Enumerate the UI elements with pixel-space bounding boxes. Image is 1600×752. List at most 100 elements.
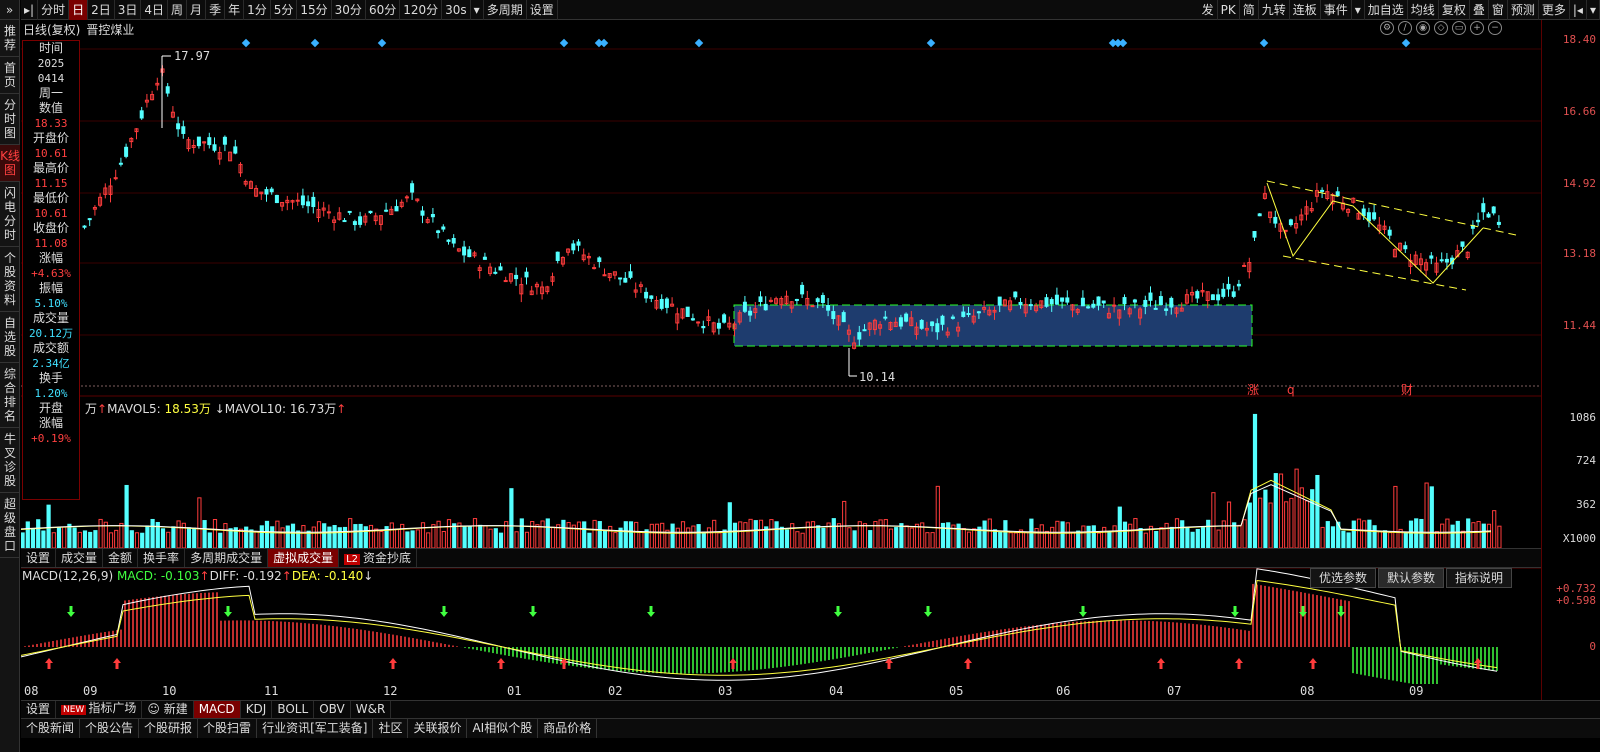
bottom-tab-8[interactable]: 商品价格	[538, 719, 598, 738]
toolbar-right-2[interactable]: 简	[1240, 0, 1259, 20]
period-tab-9[interactable]: 1分	[244, 0, 271, 20]
sidebar-item-7[interactable]: 综合排名	[0, 363, 20, 428]
macd-button-0[interactable]: 优选参数	[1310, 568, 1377, 588]
candle-body	[1444, 258, 1449, 263]
bottom-tab-1[interactable]: 个股公告	[80, 719, 140, 738]
indicator-tab-4[interactable]: KDJ	[241, 701, 273, 718]
period-tab-5[interactable]: 周	[168, 0, 188, 20]
candle-body	[919, 319, 924, 329]
bottom-tab-0[interactable]: 个股新闻	[21, 719, 81, 738]
period-tab-4[interactable]: 4日	[141, 0, 169, 20]
period-tab-10[interactable]: 5分	[271, 0, 298, 20]
toolbar-right-6[interactable]: 加自选	[1365, 0, 1408, 20]
toolbar-right-9[interactable]: 叠	[1470, 0, 1489, 20]
volume-tab-4[interactable]: 多周期成交量	[185, 549, 269, 567]
sidebar-item-6[interactable]: 自选股	[0, 312, 20, 363]
toolbar-right-3[interactable]: 九转	[1259, 0, 1290, 20]
low-label: 10.14	[859, 370, 895, 384]
toolbar-right-5[interactable]: 事件	[1321, 0, 1352, 20]
period-tab-11[interactable]: 15分	[297, 0, 332, 20]
toolbar-right-1[interactable]: PK	[1218, 0, 1240, 20]
indicator-tab-5[interactable]: BOLL	[272, 701, 315, 718]
zoom-out-icon[interactable]: −	[1488, 21, 1502, 35]
toolbar-right-11[interactable]: 预测	[1508, 0, 1539, 20]
toolbar-right-8[interactable]: 复权	[1439, 0, 1470, 20]
toolbar-right-0[interactable]: 发	[1199, 0, 1218, 20]
volume-bar	[992, 529, 998, 549]
period-tab-14[interactable]: 120分	[400, 0, 443, 20]
indicator-tab-0[interactable]: 设置	[21, 701, 57, 718]
sidebar-item-9[interactable]: 超级盘口	[0, 493, 20, 558]
bottom-tab-3[interactable]: 个股扫雷	[198, 719, 258, 738]
indicator-tab-7[interactable]: W&R	[351, 701, 392, 718]
window-icon[interactable]: ▭	[1452, 21, 1466, 35]
bottom-tab-4[interactable]: 行业资讯[军工装备]	[257, 719, 374, 738]
period-tab-8[interactable]: 年	[225, 0, 245, 20]
diff-line	[21, 568, 1498, 681]
volume-bar	[1429, 486, 1434, 549]
period-tab-17[interactable]: 设置	[527, 0, 558, 20]
indicator-tab-3[interactable]: MACD	[193, 701, 241, 718]
period-tab-13[interactable]: 60分	[366, 0, 401, 20]
indicator-tab-1[interactable]: NEW 指标广场	[56, 700, 143, 719]
sidebar-item-0[interactable]: 推荐	[0, 20, 20, 57]
macd-button-1[interactable]: 默认参数	[1378, 568, 1445, 588]
chevron-down-icon[interactable]: ▾	[1352, 0, 1365, 20]
period-tab-12[interactable]: 30分	[332, 0, 366, 20]
volume-unit: 万	[85, 402, 98, 416]
macd-tick-1: +0.598	[1556, 594, 1596, 607]
period-tab-6[interactable]: 月	[187, 0, 207, 20]
sidebar-item-3[interactable]: K线图	[0, 145, 20, 182]
bottom-tab-2[interactable]: 个股研报	[139, 719, 199, 738]
period-tab-15[interactable]: 30s	[442, 0, 471, 20]
zoom-in-icon[interactable]: +	[1470, 21, 1484, 35]
sidebar-item-8[interactable]: 牛叉诊股	[0, 428, 20, 493]
back-icon[interactable]: |◂	[1570, 0, 1587, 20]
period-tab-2[interactable]: 2日	[88, 0, 115, 20]
candle-body	[311, 196, 316, 208]
chevron-down-icon[interactable]: ▾	[1587, 0, 1600, 20]
sidebar-item-1[interactable]: 首页	[0, 57, 20, 94]
volume-bar	[1263, 489, 1268, 549]
bottom-tab-7[interactable]: AI相似个股	[467, 719, 539, 738]
bottom-tab-6[interactable]: 关联报价	[408, 719, 468, 738]
toolbar-right-7[interactable]: 均线	[1408, 0, 1439, 20]
volume-bar	[249, 529, 254, 549]
event-label-2: 财	[1401, 383, 1413, 397]
sidebar-item-2[interactable]: 分时图	[0, 94, 20, 145]
period-tab-7[interactable]: 季	[206, 0, 226, 20]
toolbar-right-4[interactable]: 连板	[1290, 0, 1321, 20]
volume-tab-0[interactable]: 设置	[21, 549, 57, 567]
volume-tab-1[interactable]: 成交量	[56, 549, 104, 567]
settings-icon[interactable]: ⚙	[1380, 21, 1394, 35]
draw-icon[interactable]: /	[1398, 21, 1412, 35]
period-tab-1[interactable]: 日	[69, 0, 89, 20]
kline-mode-label[interactable]: 日线(复权)	[23, 21, 80, 38]
period-tab-3[interactable]: 3日	[115, 0, 142, 20]
candle-body	[898, 317, 903, 327]
candle-body	[1054, 294, 1059, 305]
volume-tab-3[interactable]: 换手率	[138, 549, 186, 567]
candle-body	[555, 251, 560, 261]
shape-icon[interactable]: ◇	[1434, 21, 1448, 35]
period-tab-16[interactable]: 多周期	[484, 0, 527, 20]
toolbar-right-12[interactable]: 更多	[1539, 0, 1570, 20]
volume-tab-2[interactable]: 金额	[103, 549, 139, 567]
sidebar-item-5[interactable]: 个股资料	[0, 247, 20, 312]
sidebar-item-4[interactable]: 闪电分时	[0, 182, 20, 247]
volume-tab-5[interactable]: 虚拟成交量	[268, 549, 340, 567]
period-tab-0[interactable]: 分时	[38, 0, 70, 20]
volume-bar	[1440, 523, 1445, 549]
volume-bar	[327, 526, 332, 549]
eye-icon[interactable]: ◉	[1416, 21, 1430, 35]
expand-icon[interactable]: »	[0, 0, 19, 20]
macd-button-2[interactable]: 指标说明	[1446, 568, 1513, 588]
volume-tab-6[interactable]: L2 资金抄底	[339, 549, 418, 567]
chevron-down-icon[interactable]: ▾	[471, 0, 484, 20]
toolbar-right-10[interactable]: 窗	[1489, 0, 1508, 20]
indicator-tab-2[interactable]: ☺ 新建	[142, 701, 194, 718]
volume-bar	[1424, 482, 1429, 549]
indicator-tab-6[interactable]: OBV	[314, 701, 351, 718]
play-icon[interactable]: ▸|	[21, 0, 39, 20]
bottom-tab-5[interactable]: 社区	[373, 719, 409, 738]
